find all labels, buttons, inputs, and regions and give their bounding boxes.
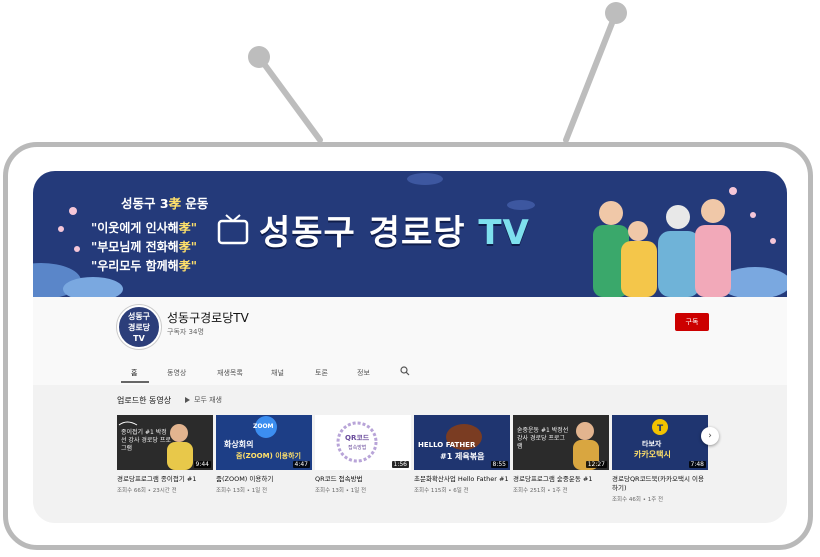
video-card[interactable]: HELLO FATHER #1 제육볶음 8:55 초문화확산사업 Hello … [414, 415, 510, 494]
thumbnail-caption: 종이접기 #1 박정선 강사 경로당 프로그램 [121, 429, 171, 452]
video-meta: 조회수 251회 • 1주 전 [513, 488, 568, 494]
channel-header: 성동구 경로당 TV 성동구경로당TV 구독자 34명 구독 [33, 297, 787, 365]
video-meta: 조회수 115회 • 6일 전 [414, 488, 469, 494]
video-meta: 조회수 13회 • 1일 전 [216, 488, 268, 494]
video-card[interactable]: T 타보자 카카오택시 7:48 경로당QR코드북(카카오택시 이용하기) 조회… [612, 415, 708, 503]
subscribe-button[interactable]: 구독 [675, 313, 709, 331]
video-thumbnail[interactable]: 종이접기 #1 박정선 강사 경로당 프로그램 9:44 [117, 415, 213, 470]
video-card[interactable]: QR코드 접속방법 1:56 QR코드 접속방법 조회수 13회 • 1일 전 [315, 415, 411, 494]
chevron-right-icon: › [708, 431, 712, 441]
video-card[interactable]: 숟중운동 #1 박정선 강사 경로당 프로그램 12:27 경로당프로그램 숟중… [513, 415, 609, 494]
channel-avatar[interactable]: 성동구 경로당 TV [117, 305, 161, 349]
channel-name: 성동구경로당TV [167, 311, 249, 325]
video-duration: 1:56 [391, 461, 409, 468]
subscriber-count: 구독자 34명 [167, 328, 204, 336]
section-title: 업로드한 동영상 [117, 396, 172, 405]
banner-slogan-head: 성동구 3孝 운동 [121, 196, 209, 211]
next-videos-button[interactable]: › [701, 427, 719, 445]
video-title[interactable]: 경로당QR코드북(카카오택시 이용하기) [612, 475, 708, 493]
video-duration: 9:44 [193, 461, 211, 468]
uploads-section: 업로드한 동영상 모두 재생 종이접기 #1 박정선 강사 경로당 프로그램 9… [33, 385, 787, 523]
thumbnail-caption: QR코드 [345, 434, 370, 442]
zoom-logo-text: ZOOM [253, 423, 274, 430]
video-title[interactable]: 줌(ZOOM) 이용하기 [216, 475, 312, 484]
search-icon[interactable] [400, 366, 410, 376]
video-duration: 7:48 [688, 461, 706, 468]
banner-slogan-3: "우리모두 함께해孝" [91, 259, 197, 273]
video-thumbnail[interactable]: QR코드 접속방법 1:56 [315, 415, 411, 470]
video-thumbnail[interactable]: T 타보자 카카오택시 7:48 [612, 415, 708, 470]
thumbnail-caption: 숟중운동 #1 박정선 강사 경로당 프로그램 [517, 427, 569, 450]
svg-text:T: T [657, 424, 664, 434]
video-title[interactable]: 경로당프로그램 종이접기 #1 [117, 475, 213, 484]
video-meta: 조회수 46회 • 1주 전 [612, 497, 664, 503]
tab-about[interactable]: 정보 [357, 368, 370, 378]
tab-home[interactable]: 홈 [131, 368, 137, 378]
video-meta: 조회수 13회 • 1일 전 [315, 488, 367, 494]
video-meta: 조회수 66회 • 23시간 전 [117, 488, 177, 494]
thumbnail-subcaption: #1 제육볶음 [440, 452, 485, 461]
thumbnail-subcaption: 줌(ZOOM) 이용하기 [236, 452, 301, 460]
thumbnail-caption: 화상회의 [224, 440, 254, 449]
tab-discussion[interactable]: 토론 [315, 368, 328, 378]
video-title[interactable]: 경로당프로그램 숟중운동 #1 [513, 475, 609, 484]
play-all-label: 모두 재생 [194, 396, 222, 404]
thumbnail-caption: HELLO FATHER [418, 441, 476, 449]
youtube-channel-screen: 성동구 3孝 운동 "이웃에게 인사해孝" "부모님께 전화해孝" "우리모두 … [33, 171, 787, 523]
video-thumbnail[interactable]: ZOOM 화상회의 줌(ZOOM) 이용하기 4:47 [216, 415, 312, 470]
banner-slogan-1: "이웃에게 인사해孝" [91, 221, 197, 235]
channel-tabs: 홈 동영상 재생목록 채널 토론 정보 [33, 365, 787, 385]
banner-title: 성동구 경로당 TV [259, 213, 530, 253]
video-title[interactable]: QR코드 접속방법 [315, 475, 411, 484]
video-card[interactable]: 종이접기 #1 박정선 강사 경로당 프로그램 9:44 경로당프로그램 종이접… [117, 415, 213, 494]
thumbnail-subcaption: 접속방법 [348, 445, 367, 451]
play-all-button[interactable]: 모두 재생 [185, 395, 222, 405]
video-thumbnail[interactable]: 숟중운동 #1 박정선 강사 경로당 프로그램 12:27 [513, 415, 609, 470]
tab-playlists[interactable]: 재생목록 [217, 368, 243, 378]
thumbnail-subcaption: 카카오택시 [634, 450, 671, 459]
play-icon [185, 397, 190, 403]
tab-videos[interactable]: 동영상 [167, 368, 186, 378]
video-duration: 4:47 [292, 461, 310, 468]
tab-channels[interactable]: 채널 [271, 368, 284, 378]
video-thumbnail[interactable]: HELLO FATHER #1 제육볶음 8:55 [414, 415, 510, 470]
banner-slogan-2: "부모님께 전화해孝" [91, 240, 197, 254]
thumbnail-caption: 타보자 [642, 440, 662, 448]
video-duration: 8:55 [490, 461, 508, 468]
active-tab-indicator [121, 381, 149, 383]
channel-banner: 성동구 3孝 운동 "이웃에게 인사해孝" "부모님께 전화해孝" "우리모두 … [33, 171, 787, 297]
video-card[interactable]: ZOOM 화상회의 줌(ZOOM) 이용하기 4:47 줌(ZOOM) 이용하기… [216, 415, 312, 494]
video-title[interactable]: 초문화확산사업 Hello Father #1 [414, 475, 510, 484]
video-duration: 12:27 [585, 461, 607, 468]
